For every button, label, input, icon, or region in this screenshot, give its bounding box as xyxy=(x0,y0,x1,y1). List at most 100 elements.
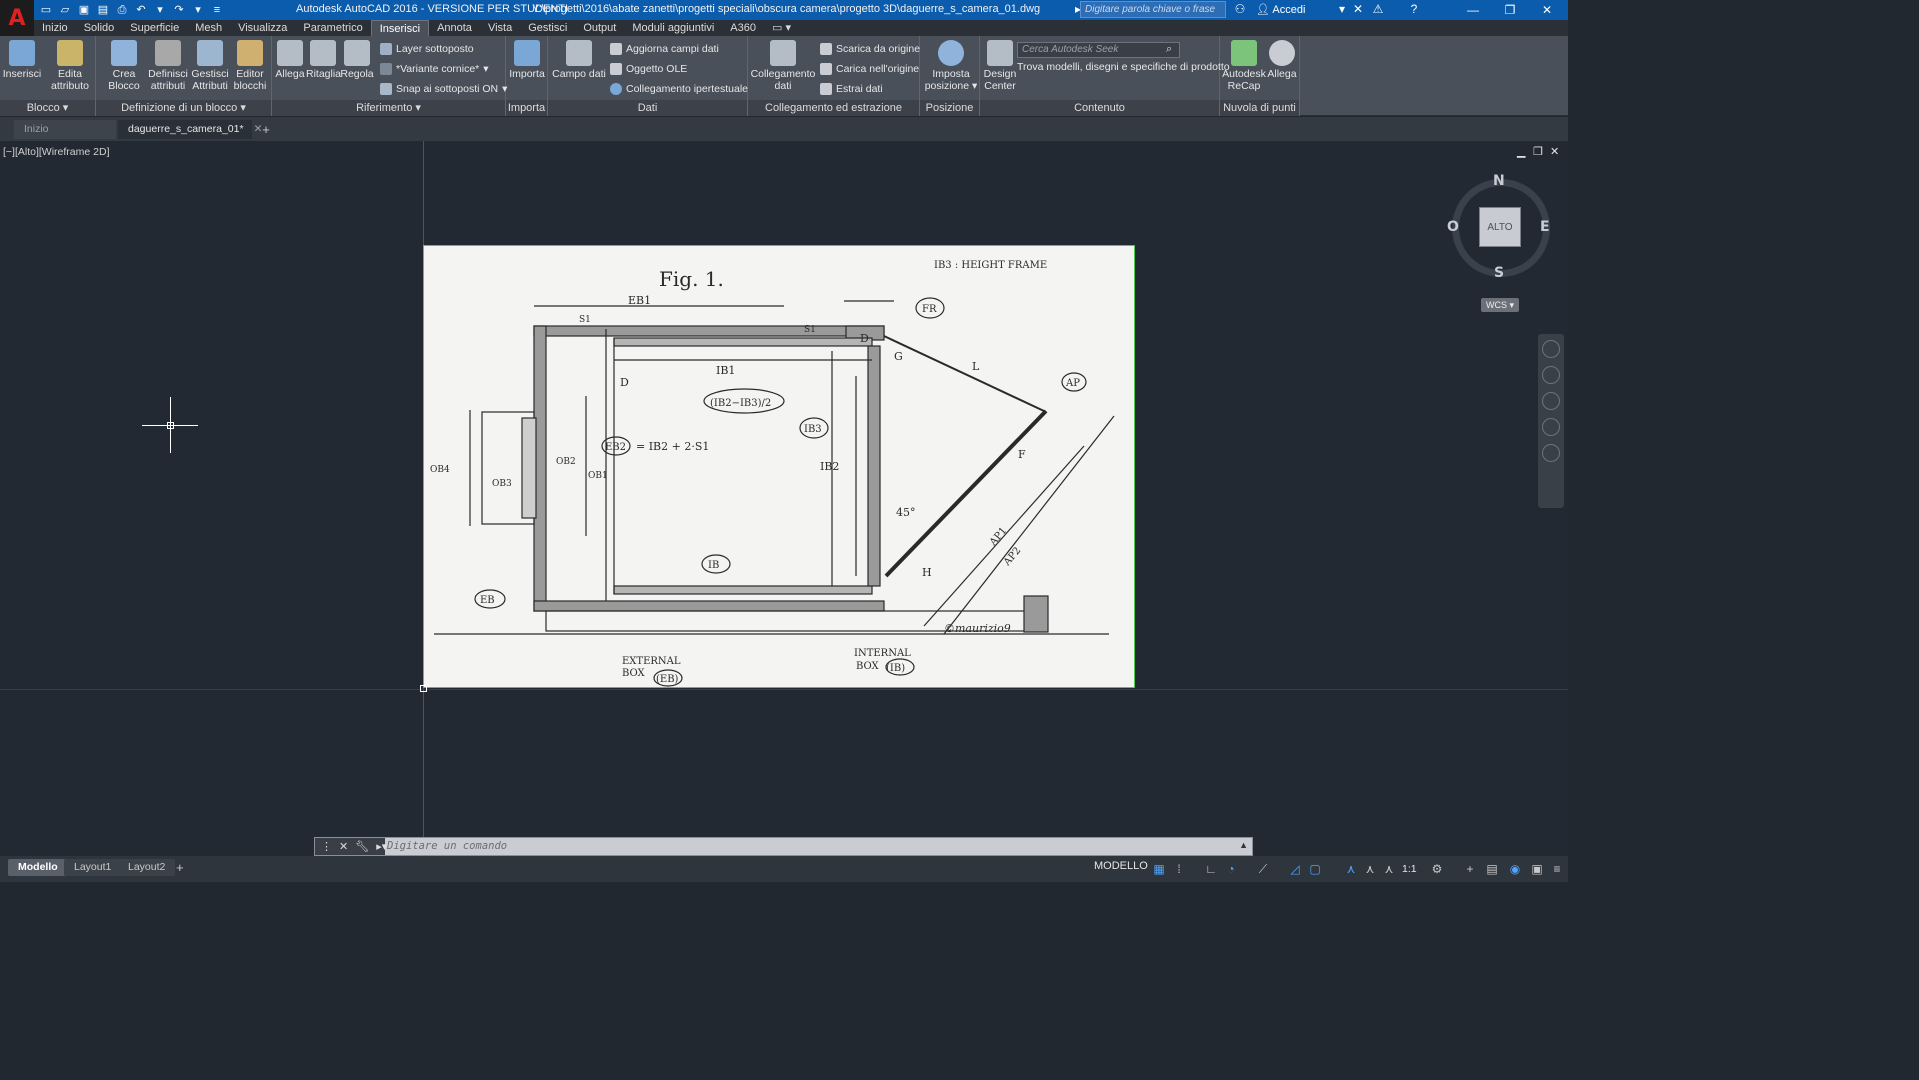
estrai-dati-button[interactable]: Estrai dati xyxy=(820,80,883,98)
steering-wheel-icon[interactable] xyxy=(1542,340,1560,358)
binoculars-icon[interactable]: ⚇ xyxy=(1232,2,1248,16)
layout-tab-layout2[interactable]: Layout2 xyxy=(118,859,176,876)
restore-window-button[interactable]: ❐ xyxy=(1493,0,1527,20)
image-grip[interactable] xyxy=(420,685,427,692)
add-layout-icon[interactable]: + xyxy=(176,860,184,875)
menu-tab-inserisci[interactable]: Inserisci xyxy=(370,19,430,37)
file-tab-active[interactable]: daguerre_s_camera_01* ✕ xyxy=(118,120,262,139)
redo-icon[interactable]: ↷ xyxy=(171,2,187,18)
isolate-objects-icon[interactable]: ◉ xyxy=(1508,862,1522,876)
auto-scale-icon[interactable]: ⋏ xyxy=(1363,862,1377,876)
menu-tab-a360[interactable]: A360 xyxy=(722,20,764,36)
orbit-icon[interactable] xyxy=(1542,418,1560,436)
viewport-close-icon[interactable]: ✕ xyxy=(1550,145,1559,158)
layout-tab-layout1[interactable]: Layout1 xyxy=(64,859,122,876)
isodraft-icon[interactable]: ⟋ xyxy=(1256,862,1270,876)
campo-dati-button[interactable]: Campo dati xyxy=(550,40,608,80)
save-icon[interactable]: ▣ xyxy=(76,2,92,18)
minimize-window-button[interactable]: — xyxy=(1456,0,1490,20)
menu-tab-mesh[interactable]: Mesh xyxy=(187,20,230,36)
menu-tab-output[interactable]: Output xyxy=(575,20,624,36)
panel-label-riferimento[interactable]: Riferimento ▾ xyxy=(272,100,505,116)
aggiorna-campi-button[interactable]: Aggiorna campi dati xyxy=(610,40,719,58)
zoom-extents-icon[interactable] xyxy=(1542,392,1560,410)
redo-dropdown-icon[interactable]: ▾ xyxy=(190,2,206,18)
grid-icon[interactable]: ▦ xyxy=(1152,862,1166,876)
seek-search-input[interactable]: Cerca Autodesk Seek xyxy=(1017,42,1180,58)
save-as-icon[interactable]: ▤ xyxy=(95,2,111,18)
workspace-gear-icon[interactable]: ⚙ xyxy=(1430,862,1444,876)
viewcube-face[interactable]: ALTO xyxy=(1479,207,1521,247)
a360-icon[interactable]: ⚠ xyxy=(1370,2,1386,16)
snap-sottoposti-dropdown[interactable]: Snap ai sottoposti ON ▾ xyxy=(380,80,507,98)
clean-screen-icon[interactable]: ▣ xyxy=(1530,862,1544,876)
grip-handle-icon[interactable]: ⋮ xyxy=(321,840,332,853)
otrack-icon[interactable]: ▢ xyxy=(1308,862,1322,876)
regola-button[interactable]: Regola xyxy=(340,40,374,80)
seek-search-icon[interactable]: ⌕ xyxy=(1166,43,1172,56)
file-tab-home[interactable]: Inizio xyxy=(14,120,116,139)
panel-label-blocco[interactable]: Blocco ▾ xyxy=(0,100,95,116)
polar-icon[interactable]: ◔ xyxy=(1224,862,1238,876)
collegamento-dati-button[interactable]: Collegamento dati xyxy=(750,40,816,92)
menu-tab-visualizza[interactable]: Visualizza xyxy=(230,20,295,36)
osnap-icon[interactable]: ◿ xyxy=(1288,862,1302,876)
sign-in-dropdown-icon[interactable]: ▾ xyxy=(1334,2,1350,16)
compass-south[interactable]: S xyxy=(1494,265,1504,281)
menu-tab-vista[interactable]: Vista xyxy=(480,20,520,36)
close-command-line-icon[interactable]: ✕ xyxy=(339,840,348,853)
open-folder-icon[interactable]: ▱ xyxy=(57,2,73,18)
help-search-input[interactable]: Digitare parola chiave o frase xyxy=(1080,1,1226,18)
menu-tab-gestisci[interactable]: Gestisci xyxy=(520,20,575,36)
panel-label-definizione[interactable]: Definizione di un blocco ▾ xyxy=(96,100,271,116)
print-icon[interactable]: ⎙ xyxy=(114,2,130,18)
recap-button[interactable]: Autodesk ReCap xyxy=(1222,40,1266,92)
new-tab-button[interactable]: + xyxy=(258,122,274,138)
ritaglia-button[interactable]: Ritaglia xyxy=(306,40,341,80)
customize-qat-icon[interactable]: ≡ xyxy=(209,2,225,18)
definisci-attributi-button[interactable]: Definisci attributi xyxy=(148,40,188,92)
menu-tab-annota[interactable]: Annota xyxy=(429,20,480,36)
compass-east[interactable]: E xyxy=(1540,219,1550,235)
inserisci-button[interactable]: Inserisci xyxy=(2,40,42,80)
viewport-restore-icon[interactable]: ❐ xyxy=(1533,145,1543,158)
viewport-controls-label[interactable]: [−][Alto][Wireframe 2D] xyxy=(3,146,110,158)
ortho-icon[interactable]: ∟ xyxy=(1204,862,1218,876)
ribbon-display-toggle-icon[interactable]: ▭ ▾ xyxy=(764,20,799,36)
model-space-toggle[interactable]: MODELLO xyxy=(1094,860,1148,872)
menu-tab-inizio[interactable]: Inizio xyxy=(34,20,76,36)
new-file-icon[interactable]: ▭ xyxy=(38,2,54,18)
wcs-menu[interactable]: WCS ▾ xyxy=(1481,298,1519,312)
pan-icon[interactable] xyxy=(1542,366,1560,384)
customize-wrench-icon[interactable]: 🔧︎ xyxy=(355,840,369,853)
annotation-visibility-icon[interactable]: ⋏ xyxy=(1344,862,1358,876)
allega-button[interactable]: Allega xyxy=(274,40,306,80)
oggetto-ole-button[interactable]: Oggetto OLE xyxy=(610,60,687,78)
design-center-button[interactable]: Design Center xyxy=(982,40,1018,92)
close-window-button[interactable]: ✕ xyxy=(1530,0,1564,20)
carica-origine-button[interactable]: Carica nell'origine xyxy=(820,60,919,78)
undo-dropdown-icon[interactable]: ▾ xyxy=(152,2,168,18)
menu-tab-solido[interactable]: Solido xyxy=(76,20,123,36)
help-icon[interactable]: ? xyxy=(1406,2,1422,16)
gestisci-attributi-button[interactable]: Gestisci Attributi xyxy=(190,40,230,92)
variante-cornice-dropdown[interactable]: *Variante cornice* ▾ xyxy=(380,60,489,78)
sign-in-button[interactable]: 👤︎ Accedi xyxy=(1256,3,1305,16)
menu-tab-parametrico[interactable]: Parametrico xyxy=(295,20,370,36)
imposta-posizione-button[interactable]: Imposta posizione ▾ xyxy=(924,40,978,92)
snap-mode-icon[interactable]: ⁞ xyxy=(1172,862,1186,876)
collegamento-ipertestuale-button[interactable]: Collegamento ipertestuale xyxy=(610,80,748,98)
command-history-icon[interactable]: ▲ xyxy=(1239,840,1248,850)
compass-west[interactable]: O xyxy=(1447,219,1459,235)
drawing-area[interactable]: [−][Alto][Wireframe 2D] ▁ ❐ ✕ Fig. 1. IB… xyxy=(0,141,1568,856)
layer-sottoposto-button[interactable]: Layer sottoposto xyxy=(380,40,474,58)
allega-nuvola-button[interactable]: Allega xyxy=(1266,40,1298,80)
annotation-scale[interactable]: 1:1 xyxy=(1402,863,1417,875)
units-icon[interactable]: ▤ xyxy=(1485,862,1499,876)
exchange-apps-icon[interactable]: ✕ xyxy=(1350,2,1366,16)
menu-tab-moduli-aggiuntivi[interactable]: Moduli aggiuntivi xyxy=(624,20,722,36)
editor-blocchi-button[interactable]: Editor blocchi xyxy=(230,40,270,92)
recent-commands-icon[interactable]: ▸▾ xyxy=(376,840,387,853)
customization-menu-icon[interactable]: ≡ xyxy=(1550,862,1564,876)
importa-button[interactable]: Importa xyxy=(508,40,546,80)
